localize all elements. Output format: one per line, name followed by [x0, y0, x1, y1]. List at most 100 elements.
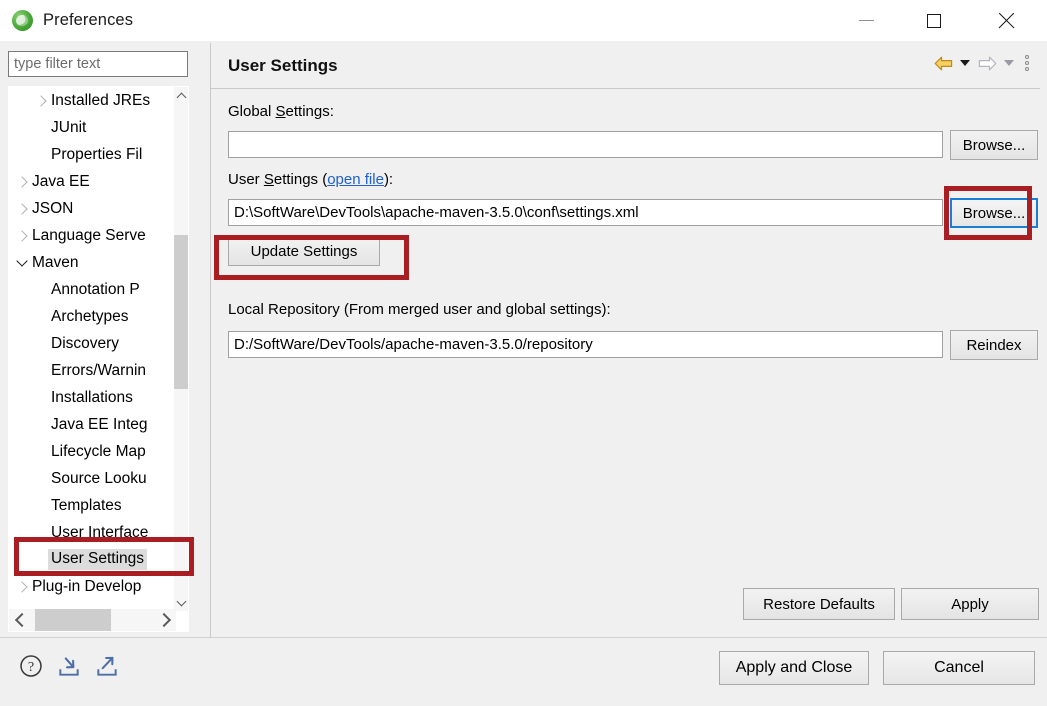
tree-item-label: Lifecycle Map: [51, 443, 146, 461]
update-settings-button[interactable]: Update Settings: [228, 237, 380, 266]
panel-menu-button[interactable]: [1020, 52, 1034, 74]
restore-defaults-button[interactable]: Restore Defaults: [743, 588, 895, 620]
chevron-right-icon[interactable]: [16, 581, 27, 592]
scroll-down-button[interactable]: [174, 594, 188, 611]
vertical-scroll-thumb[interactable]: [174, 235, 188, 389]
local-repository-label: Local Repository (From merged user and g…: [228, 301, 611, 318]
tree-item-lifecycle-map[interactable]: Lifecycle Map: [9, 438, 176, 465]
tree-item-language-serve[interactable]: Language Serve: [9, 222, 176, 249]
tree-item-templates[interactable]: Templates: [9, 492, 176, 519]
open-file-link[interactable]: open file: [327, 171, 384, 188]
tree-item-source-looku[interactable]: Source Looku: [9, 465, 176, 492]
back-history-dropdown[interactable]: [957, 52, 973, 74]
scroll-up-button[interactable]: [174, 87, 188, 104]
global-settings-input[interactable]: [228, 131, 943, 158]
tree-item-junit[interactable]: JUnit: [9, 114, 176, 141]
tree-item-label: JUnit: [51, 119, 86, 137]
tree-item-label: User Settings: [48, 549, 147, 570]
user-settings-path-input[interactable]: [228, 199, 943, 226]
back-button[interactable]: [932, 52, 954, 74]
tree-item-java-ee[interactable]: Java EE: [9, 168, 176, 195]
tree-expander[interactable]: [13, 232, 32, 240]
tree-item-annotation-p[interactable]: Annotation P: [9, 276, 176, 303]
tree-item-java-ee-integ[interactable]: Java EE Integ: [9, 411, 176, 438]
global-settings-label: Global Settings:: [228, 103, 334, 120]
chevron-right-icon: [156, 613, 170, 627]
tree-expander[interactable]: [13, 583, 32, 591]
tree-horizontal-scrollbar[interactable]: [9, 609, 176, 631]
preferences-tree: Installed JREs JUnit Properties Fil Java EE…: [8, 86, 189, 632]
forward-button[interactable]: [976, 52, 998, 74]
tree-item-json[interactable]: JSON: [9, 195, 176, 222]
chevron-right-icon[interactable]: [16, 230, 27, 241]
forward-arrow-icon: [978, 56, 997, 71]
minimize-button[interactable]: [843, 0, 889, 41]
user-settings-label-pre: User: [228, 171, 264, 188]
apply-and-close-button[interactable]: Apply and Close: [719, 651, 869, 685]
back-arrow-icon: [934, 56, 953, 71]
tree-item-maven[interactable]: Maven: [9, 249, 176, 276]
tree-expander[interactable]: [13, 205, 32, 213]
tree-item-label: User Interface: [51, 524, 148, 542]
chevron-down-icon: [176, 596, 186, 606]
global-settings-label-pre: Global: [228, 103, 276, 120]
tree-item-label: Properties Fil: [51, 146, 142, 164]
tree-item-label: Java EE: [32, 173, 90, 191]
forward-history-dropdown[interactable]: [1001, 52, 1017, 74]
chevron-down-icon[interactable]: [16, 255, 27, 266]
chevron-right-icon[interactable]: [16, 176, 27, 187]
tree-expander[interactable]: [13, 178, 32, 186]
svg-text:?: ?: [28, 659, 34, 675]
maximize-button[interactable]: [911, 0, 957, 41]
user-settings-browse-button[interactable]: Browse...: [950, 198, 1038, 228]
eclipse-icon: [12, 10, 33, 31]
tree-item-discovery[interactable]: Discovery: [9, 330, 176, 357]
tree-item-archetypes[interactable]: Archetypes: [9, 303, 176, 330]
tree-item-user-settings[interactable]: User Settings: [9, 546, 176, 573]
chevron-down-icon: [960, 60, 970, 66]
tree-item-label: JSON: [32, 200, 73, 218]
vertical-dots-menu-icon: [1025, 55, 1029, 59]
filter-input[interactable]: [8, 51, 188, 77]
tree-vertical-scrollbar[interactable]: [174, 87, 188, 611]
chevron-left-icon: [14, 613, 28, 627]
tree-item-label: Source Looku: [51, 470, 147, 488]
chevron-right-icon[interactable]: [35, 95, 46, 106]
panel-toolbar: [932, 52, 1034, 74]
apply-button[interactable]: Apply: [901, 588, 1039, 620]
tree-item-errors-warnin[interactable]: Errors/Warnin: [9, 357, 176, 384]
tree-expander[interactable]: [32, 97, 51, 105]
horizontal-scroll-thumb[interactable]: [35, 609, 111, 631]
import-button[interactable]: [56, 653, 82, 679]
local-repository-input[interactable]: [228, 331, 943, 358]
tree-item-properties-fil[interactable]: Properties Fil: [9, 141, 176, 168]
tree-item-label: Errors/Warnin: [51, 362, 146, 380]
tree-expander[interactable]: [13, 261, 32, 265]
tree-item-installations[interactable]: Installations: [9, 384, 176, 411]
export-icon: [94, 653, 120, 679]
dialog-buttons: Apply and Close Cancel: [719, 651, 1035, 685]
scroll-right-button[interactable]: [154, 609, 176, 631]
global-settings-browse-button[interactable]: Browse...: [950, 130, 1038, 160]
global-settings-mnemonic: S: [276, 103, 286, 120]
tree-item-label: Templates: [51, 497, 122, 515]
tree-item-plug-in-develop[interactable]: Plug-in Develop: [9, 573, 176, 600]
help-button[interactable]: ?: [18, 653, 44, 679]
sidebar: Installed JREs JUnit Properties Fil Java EE…: [0, 41, 197, 638]
tree-item-installed-jres[interactable]: Installed JREs: [9, 87, 176, 114]
panel-header: User Settings: [211, 43, 1040, 89]
reindex-button[interactable]: Reindex: [950, 330, 1038, 360]
help-question-icon: ?: [18, 653, 44, 679]
user-settings-label: User Settings (open file):: [228, 171, 393, 188]
tree-item-label: Java EE Integ: [51, 416, 148, 434]
user-settings-label-mid: ettings (: [274, 171, 327, 188]
close-button[interactable]: [983, 0, 1029, 41]
tree-item-user-interface[interactable]: User Interface: [9, 519, 176, 546]
export-button[interactable]: [94, 653, 120, 679]
close-icon: [997, 12, 1015, 30]
tree-item-label: Installations: [51, 389, 133, 407]
cancel-button[interactable]: Cancel: [883, 651, 1035, 685]
chevron-right-icon[interactable]: [16, 203, 27, 214]
scroll-left-button[interactable]: [9, 609, 31, 631]
user-settings-mnemonic: S: [264, 171, 274, 188]
